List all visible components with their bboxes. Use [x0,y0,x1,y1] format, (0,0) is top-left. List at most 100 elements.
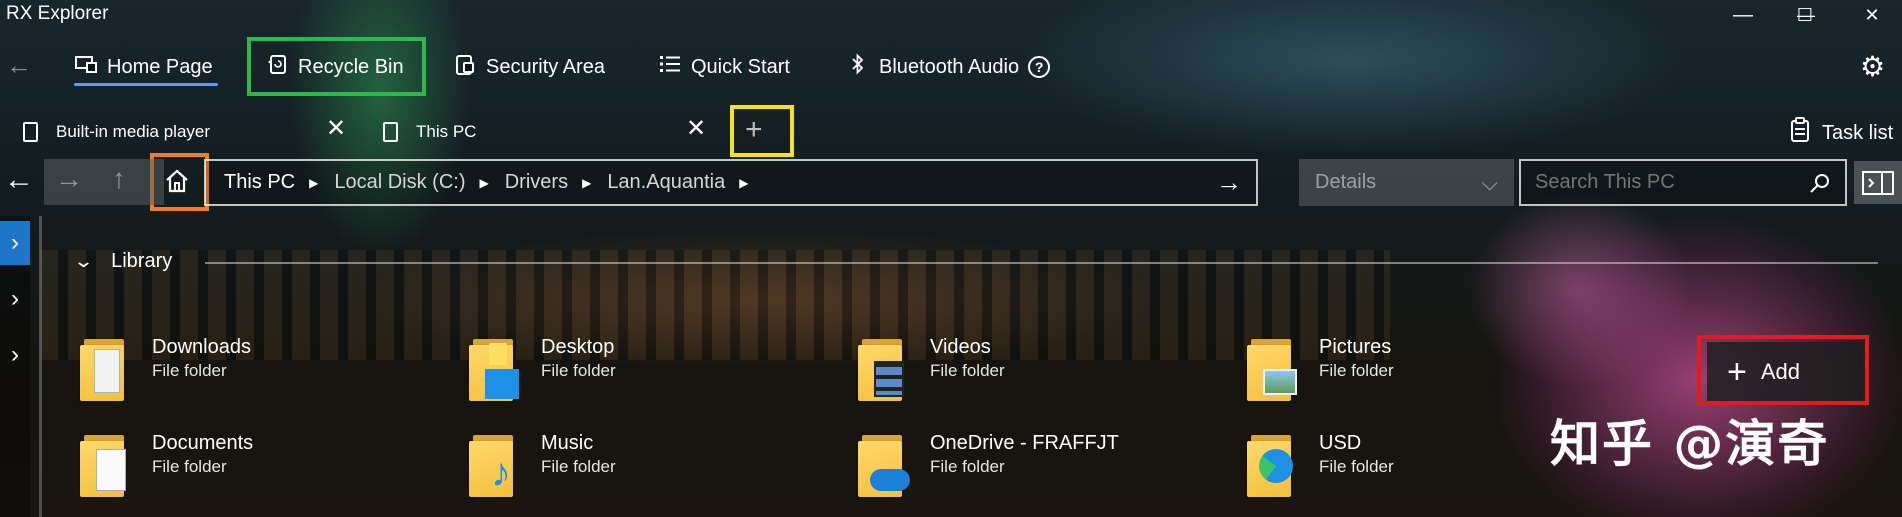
item-type: File folder [541,361,616,380]
view-mode-dropdown[interactable]: Details ⌵ [1299,159,1514,206]
tab-label: This PC [416,122,477,141]
settings-button[interactable]: ⚙ [1860,50,1885,83]
documents-folder-icon [80,435,130,497]
new-tab-button[interactable]: + [745,113,763,147]
library-item-pictures[interactable]: Pictures File folder [1247,335,1394,401]
library-section-header[interactable]: ⌄ Library [72,250,172,273]
minimize-button[interactable]: — [1713,0,1773,30]
tab-built-in-media-player[interactable]: Built-in media player [23,112,210,152]
library-item-usd[interactable]: USD File folder [1247,431,1394,497]
plus-icon: + [1727,352,1747,391]
item-name: Music [541,432,594,454]
item-type: File folder [1319,361,1394,380]
divider [39,216,42,517]
rail-expand-button[interactable]: › [0,335,30,375]
library-item-videos[interactable]: Videos File folder [858,335,1005,401]
search-icon[interactable] [1809,172,1831,194]
home-page-icon [74,54,98,80]
close-window-button[interactable]: ✕ [1842,0,1902,30]
downloads-folder-icon [80,339,130,401]
breadcrumb-item[interactable]: Local Disk (C:) [334,171,465,194]
rail-expand-button[interactable]: › [0,221,30,265]
back-arrow-icon: ← [4,163,34,196]
item-type: File folder [152,457,227,476]
tab-label: Built-in media player [56,122,211,141]
address-back-button[interactable]: ← [4,163,34,197]
nav-back-button[interactable]: ← [6,50,32,81]
onedrive-folder-icon [858,435,910,497]
go-button[interactable]: → [1216,167,1242,198]
search-box[interactable] [1519,159,1847,206]
maximize-button[interactable]: ☐ [1775,0,1835,30]
music-folder-icon: ♪ [469,435,519,497]
forward-arrow-icon: → [55,163,83,194]
breadcrumb-separator-icon: ▶ [309,175,319,190]
close-icon: ✕ [686,115,707,142]
library-item-documents[interactable]: Documents File folder [80,431,253,497]
breadcrumb-separator-icon: ▶ [479,175,489,190]
nav-item-quick-start[interactable]: Quick Start [658,46,790,88]
library-item-onedrive[interactable]: OneDrive - FRAFFJT File folder [858,431,1119,497]
item-type: File folder [541,457,616,476]
home-button[interactable] [164,168,190,199]
breadcrumb-item[interactable]: Drivers [505,171,568,194]
up-arrow-icon: ↑ [112,163,126,194]
breadcrumb-separator-icon: ▶ [739,175,749,190]
document-icon [383,122,398,142]
desktop-folder-icon [469,339,519,401]
forward-button[interactable]: → [55,163,83,195]
nav-item-security-area[interactable]: Security Area [453,46,605,88]
split-pane-icon [1862,170,1894,195]
address-bar[interactable]: This PC ▶ Local Disk (C:) ▶ Drivers ▶ La… [204,159,1258,206]
tab-close-button[interactable]: ✕ [326,114,346,143]
item-type: File folder [930,457,1005,476]
section-divider [205,262,1878,264]
task-list-button[interactable]: Task list [1790,117,1893,149]
item-name: Desktop [541,336,615,358]
go-arrow-icon: → [1216,167,1242,197]
item-name: Downloads [152,336,251,358]
item-type: File folder [930,361,1005,380]
add-label: Add [1760,358,1801,384]
tab-this-pc[interactable]: This PC [383,112,476,152]
clipboard-icon [1790,117,1810,149]
search-input[interactable] [1535,171,1785,194]
minimize-icon: — [1733,3,1753,26]
chevron-right-icon: › [11,229,19,256]
add-library-button[interactable]: + Add [1707,342,1863,401]
nav-item-label: Home Page [107,55,213,78]
usd-folder-icon [1247,435,1297,497]
chevron-down-icon: ⌵ [1481,169,1498,195]
chevron-down-icon: ⌄ [72,251,95,271]
list-icon [658,54,682,80]
bluetooth-icon [846,53,870,81]
recycle-bin-highlight [247,37,426,96]
rail-expand-button[interactable]: › [0,279,30,319]
breadcrumb-item[interactable]: This PC [224,171,295,194]
nav-item-bluetooth-audio[interactable]: Bluetooth Audio ? [846,46,1051,88]
item-name: OneDrive - FRAFFJT [930,432,1119,454]
preview-pane-toggle[interactable] [1854,161,1902,204]
nav-item-label: Bluetooth Audio [879,55,1020,78]
nav-item-label: Security Area [486,55,605,78]
gear-icon: ⚙ [1860,51,1886,82]
nav-item-home-page[interactable]: Home Page [74,46,213,88]
library-item-music[interactable]: ♪ Music File folder [469,431,616,497]
item-name: Videos [930,336,991,358]
tab-close-button[interactable]: ✕ [686,114,706,143]
item-type: File folder [152,361,227,380]
library-item-downloads[interactable]: Downloads File folder [80,335,251,401]
chevron-right-icon: › [11,285,19,312]
breadcrumb-item[interactable]: Lan.Aquantia [607,171,725,194]
back-arrow-icon: ← [6,50,32,80]
library-item-desktop[interactable]: Desktop File folder [469,335,616,401]
up-button[interactable]: ↑ [112,163,126,195]
view-mode-label: Details [1315,171,1377,193]
task-list-label: Task list [1822,121,1894,144]
help-icon[interactable]: ? [1028,56,1051,78]
maximize-icon: ☐ [1796,4,1814,25]
lock-icon [453,52,477,82]
item-name: Pictures [1319,336,1392,358]
pictures-folder-icon [1247,339,1297,401]
videos-folder-icon [858,339,908,401]
